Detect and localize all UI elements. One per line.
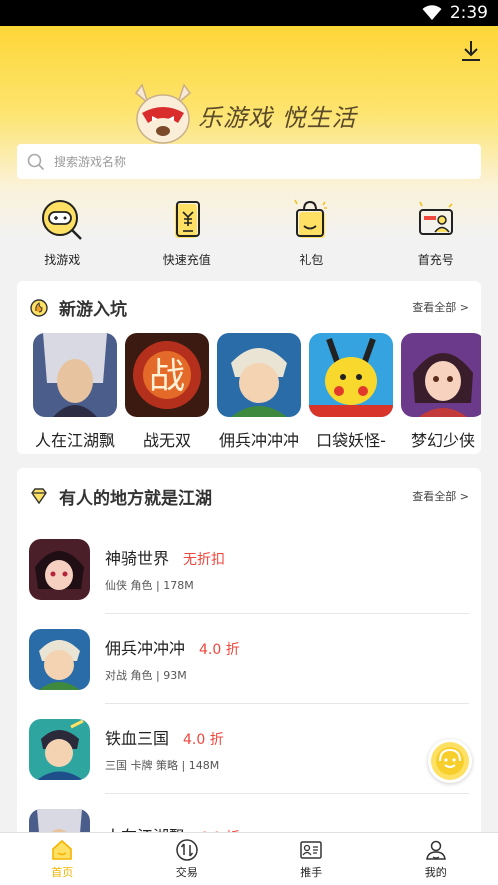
quick-nav-recharge[interactable]: 快速充值 (125, 196, 250, 270)
bottom-tab-bar: 首页 交易 推手 我的 (0, 832, 498, 885)
section-title: 有人的地方就是江湖 (59, 488, 212, 509)
game-tile[interactable]: 人在江湖飘 (29, 333, 121, 454)
search-icon (27, 153, 45, 170)
game-icon-image (217, 333, 301, 417)
customer-service-button[interactable] (428, 739, 472, 783)
wifi-icon (422, 5, 442, 21)
game-meta: 仙侠 角色 | 178M (105, 579, 194, 592)
tab-label: 我的 (424, 866, 447, 879)
game-tile[interactable]: 口袋妖怪- (305, 333, 397, 454)
quick-nav-label: 首充号 (417, 253, 454, 267)
list-item[interactable]: 神骑世界 无折扣 仙侠 角色 | 178M (17, 524, 481, 614)
gift-bag-icon (294, 199, 328, 238)
phone-recharge-icon (174, 201, 200, 238)
fire-badge-icon (30, 299, 48, 317)
tab-mine[interactable]: 我的 (374, 833, 498, 885)
game-icon-image (33, 333, 117, 417)
view-all-link[interactable]: 查看全部 > (412, 299, 469, 315)
jianghu-header: 有人的地方就是江湖 查看全部 > (17, 468, 481, 524)
game-name: 神骑世界 (105, 549, 170, 568)
tab-trade[interactable]: 交易 (125, 833, 250, 885)
game-name: 佣兵冲冲冲 (105, 639, 186, 658)
game-tile[interactable]: 梦幻少侠 (397, 333, 481, 454)
game-tile[interactable]: 佣兵冲冲冲 (213, 333, 305, 454)
game-name: 梦幻少侠 (410, 431, 475, 450)
tab-label: 交易 (175, 866, 198, 879)
quick-nav-gift[interactable]: 礼包 (249, 196, 374, 270)
status-time: 2:39 (449, 3, 488, 23)
new-games-header: 新游入坑 查看全部 > (17, 281, 481, 333)
quick-nav-label: 快速充值 (162, 253, 211, 267)
id-card-icon (418, 201, 453, 235)
mascot-logo (130, 83, 196, 145)
home-icon (52, 839, 73, 860)
new-games-row: 人在江湖飘 战 战无双 佣兵冲冲冲 口袋妖怪- 梦幻少侠 (17, 333, 481, 454)
search-input[interactable] (54, 154, 434, 169)
game-meta: 对战 角色 | 93M (105, 669, 187, 682)
game-icon-image (29, 628, 90, 690)
status-bar: 2:39 (0, 0, 498, 26)
game-icon-image (309, 333, 393, 417)
gamepad-search-icon (42, 200, 83, 240)
view-all-link[interactable]: 查看全部 > (412, 488, 469, 504)
game-name: 战无双 (142, 431, 191, 450)
game-tile[interactable]: 战 战无双 (121, 333, 213, 454)
svg-text:战: 战 (149, 356, 185, 397)
list-item[interactable]: 铁血三国 4.0 折 三国 卡牌 策略 | 148M (17, 704, 481, 794)
quick-nav-label: 找游戏 (44, 253, 81, 267)
game-name: 佣兵冲冲冲 (218, 431, 299, 450)
exchange-icon (176, 839, 198, 861)
game-icon-image (401, 333, 481, 417)
diamond-icon (31, 488, 47, 505)
slogan-text: 乐游戏 悦生活 (198, 104, 357, 132)
search-bar[interactable] (17, 144, 481, 179)
game-meta: 三国 卡牌 策略 | 148M (105, 759, 220, 772)
download-icon[interactable] (458, 38, 484, 64)
tab-promoter[interactable]: 推手 (249, 833, 374, 885)
contact-card-icon (300, 841, 322, 859)
jianghu-card: 有人的地方就是江湖 查看全部 > 神骑世界 无折扣 仙侠 角色 | 178M 佣… (17, 468, 481, 848)
quick-nav-label: 礼包 (299, 253, 324, 267)
quick-nav: 找游戏 快速充值 礼包 首充号 (0, 196, 498, 270)
section-title: 新游入坑 (59, 299, 127, 320)
quick-nav-first-charge[interactable]: 首充号 (374, 196, 498, 270)
tab-home[interactable]: 首页 (0, 833, 125, 885)
game-name: 人在江湖飘 (34, 431, 115, 450)
game-name: 口袋妖怪- (316, 431, 386, 450)
discount-label: 4.0 折 (199, 642, 240, 658)
discount-label: 4.0 折 (183, 732, 224, 748)
tab-label: 推手 (300, 866, 323, 879)
headset-smile-icon (431, 742, 469, 780)
new-games-card: 新游入坑 查看全部 > 人在江湖飘 战 战无双 佣兵冲冲冲 口袋妖怪- 梦幻少侠 (17, 281, 481, 454)
game-icon-image (29, 538, 90, 600)
discount-label: 无折扣 (183, 552, 226, 568)
game-icon-image: 战 (125, 333, 209, 417)
game-name: 铁血三国 (105, 729, 170, 748)
list-item[interactable]: 佣兵冲冲冲 4.0 折 对战 角色 | 93M (17, 614, 481, 704)
tab-label: 首页 (51, 866, 74, 879)
quick-nav-find-game[interactable]: 找游戏 (0, 196, 125, 270)
user-icon (425, 840, 446, 860)
game-icon-image (29, 718, 90, 780)
